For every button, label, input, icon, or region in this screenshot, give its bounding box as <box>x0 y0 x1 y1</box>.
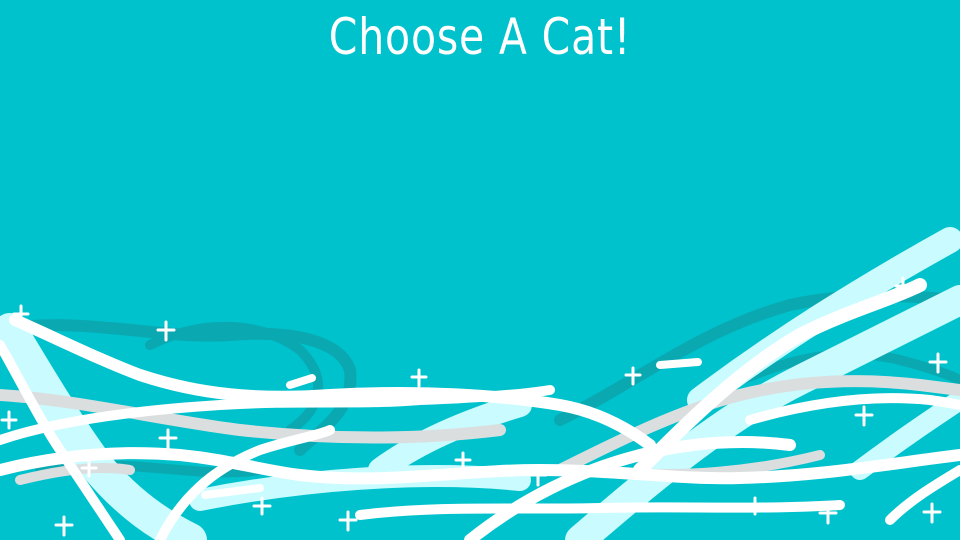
sparkle <box>0 410 18 430</box>
page-title: Choose A Cat! <box>328 8 632 66</box>
white-ribbon <box>656 358 702 369</box>
sparkle <box>410 368 428 388</box>
sparkle <box>854 405 874 427</box>
sparkle <box>54 515 74 537</box>
white-ribbon <box>0 340 125 540</box>
game-screen: Choose A Cat! <box>0 0 960 540</box>
sparkle <box>922 502 942 524</box>
sparkle <box>158 428 178 450</box>
sparkle <box>338 510 358 532</box>
wave-decoration <box>0 227 960 540</box>
white-ribbon <box>286 374 316 389</box>
